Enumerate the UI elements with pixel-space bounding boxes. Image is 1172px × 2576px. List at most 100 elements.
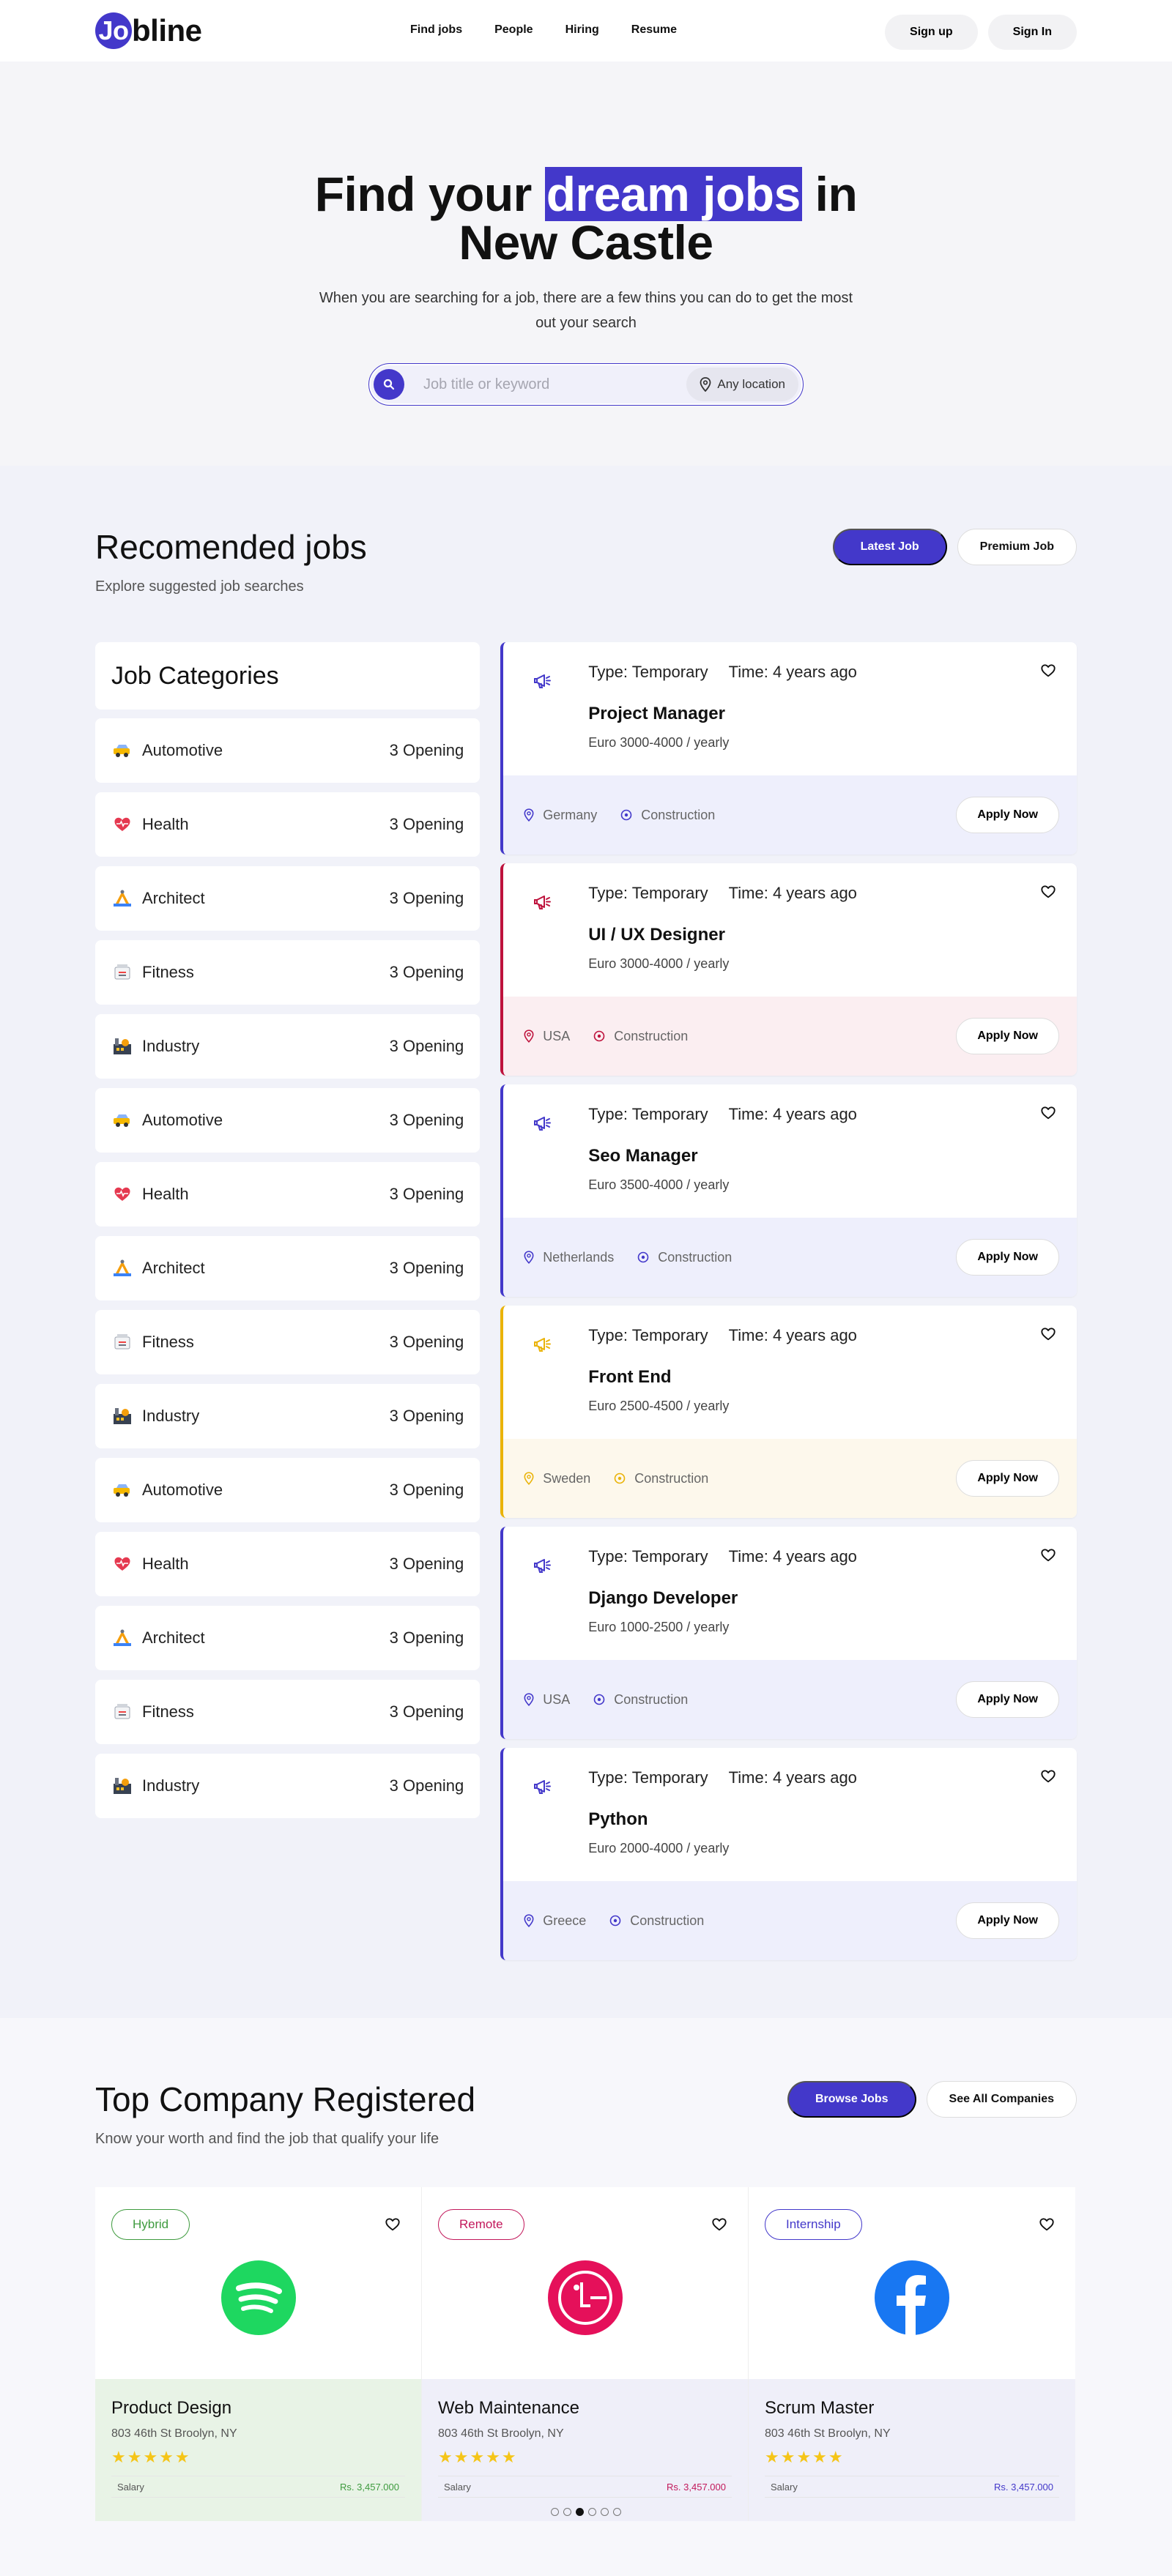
- job-card[interactable]: Type: Temporary Time: 4 years ago Python Eu…: [500, 1748, 1077, 1960]
- company-job-title[interactable]: Product Design: [111, 2398, 405, 2419]
- job-title[interactable]: UI / UX Designer: [588, 925, 725, 945]
- category-item[interactable]: Industry 3 Opening: [95, 1384, 481, 1448]
- category-item[interactable]: Automotive 3 Opening: [95, 1088, 481, 1153]
- nav-link-find-jobs[interactable]: Find jobs: [410, 23, 462, 37]
- megaphone-icon: [534, 1559, 552, 1573]
- job-card-header: Type: Temporary Time: 4 years ago Project …: [503, 642, 1077, 775]
- job-title[interactable]: Seo Manager: [588, 1146, 697, 1166]
- megaphone-icon: [534, 674, 552, 688]
- category-item[interactable]: Architect 3 Opening: [95, 1606, 481, 1670]
- apply-now-button[interactable]: Apply Now: [956, 1902, 1059, 1939]
- category-item[interactable]: Health 3 Opening: [95, 792, 481, 857]
- apply-now-button[interactable]: Apply Now: [956, 1018, 1059, 1054]
- job-card-footer: Germany Construction Apply Now: [503, 775, 1077, 855]
- company-job-title[interactable]: Web Maintenance: [438, 2398, 732, 2419]
- megaphone-icon: [534, 1338, 552, 1352]
- job-salary: Euro 3000-4000 / yearly: [588, 956, 730, 971]
- category-item[interactable]: Fitness 3 Opening: [95, 940, 481, 1005]
- category-item[interactable]: Automotive 3 Opening: [95, 718, 481, 783]
- job-card[interactable]: Type: Temporary Time: 4 years ago UI / UX …: [500, 863, 1077, 1076]
- category-item[interactable]: Automotive 3 Opening: [95, 1458, 481, 1522]
- apply-now-button[interactable]: Apply Now: [956, 797, 1059, 833]
- job-categories: Job Categories Automotive 3 Opening Health…: [95, 642, 481, 1969]
- job-card[interactable]: Type: Temporary Time: 4 years ago Django D…: [500, 1527, 1077, 1739]
- favorite-button[interactable]: [1040, 1547, 1056, 1563]
- job-country-label: Netherlands: [543, 1249, 615, 1265]
- job-country-label: Germany: [543, 807, 598, 822]
- job-salary: Euro 2500-4500 / yearly: [588, 1399, 730, 1413]
- favorite-button[interactable]: [1040, 663, 1056, 679]
- browse-jobs-button[interactable]: Browse Jobs: [787, 2081, 916, 2118]
- job-country-label: USA: [543, 1028, 571, 1043]
- job-title[interactable]: Front End: [588, 1367, 671, 1388]
- work-mode-badge: Internship: [765, 2209, 862, 2240]
- signup-button[interactable]: Sign up: [885, 15, 978, 50]
- carousel-dot[interactable]: [563, 2508, 571, 2516]
- category-item[interactable]: Architect 3 Opening: [95, 1236, 481, 1300]
- favorite-button[interactable]: [1040, 884, 1056, 900]
- logo[interactable]: Jo bline: [95, 12, 202, 49]
- company-address: 803 46th St Broolyn, NY: [111, 2427, 237, 2440]
- category-item[interactable]: Health 3 Opening: [95, 1162, 481, 1226]
- category-name: Fitness: [142, 1333, 194, 1351]
- nav-link-people[interactable]: People: [494, 23, 533, 37]
- nav-link-hiring[interactable]: Hiring: [565, 23, 599, 37]
- job-card[interactable]: Type: Temporary Time: 4 years ago Seo Mana…: [500, 1084, 1077, 1297]
- category-item[interactable]: Architect 3 Opening: [95, 866, 481, 931]
- company-job-title[interactable]: Scrum Master: [765, 2398, 1059, 2419]
- company-card[interactable]: Internship Scrum Master 803 46th St Brooly…: [749, 2187, 1075, 2521]
- carousel-dot[interactable]: [588, 2508, 596, 2516]
- favorite-button[interactable]: [385, 2216, 401, 2233]
- megaphone-icon: [534, 1117, 552, 1131]
- favorite-button[interactable]: [1040, 1768, 1056, 1784]
- architect-icon: [111, 887, 133, 909]
- signin-button[interactable]: Sign In: [987, 15, 1077, 50]
- sector-icon: [637, 1251, 649, 1263]
- company-list: Hybrid Product Design 803 46th St Broolyn,…: [95, 2187, 1077, 2521]
- search-input[interactable]: [404, 376, 687, 393]
- job-card-header: Type: Temporary Time: 4 years ago UI / UX …: [503, 863, 1077, 997]
- fitness-icon: [111, 1331, 133, 1353]
- carousel-dot[interactable]: [551, 2508, 559, 2516]
- category-count: 3 Opening: [389, 1702, 464, 1721]
- location-pin-icon: [524, 1914, 534, 1927]
- job-title[interactable]: Project Manager: [588, 704, 725, 724]
- category-item[interactable]: Fitness 3 Opening: [95, 1310, 481, 1374]
- carousel-dot[interactable]: [576, 2508, 584, 2516]
- latest-job-button[interactable]: Latest Job: [832, 529, 947, 565]
- apply-now-button[interactable]: Apply Now: [956, 1239, 1059, 1276]
- category-item[interactable]: Industry 3 Opening: [95, 1014, 481, 1079]
- company-card[interactable]: Remote Web Maintenance 803 46th St Broolyn…: [422, 2187, 749, 2521]
- see-all-companies-button[interactable]: See All Companies: [926, 2081, 1077, 2118]
- premium-job-button[interactable]: Premium Job: [957, 529, 1077, 565]
- job-time: Time: 4 years ago: [728, 1547, 857, 1566]
- nav-link-resume[interactable]: Resume: [631, 23, 677, 37]
- apply-now-button[interactable]: Apply Now: [956, 1460, 1059, 1497]
- category-name: Architect: [142, 1628, 205, 1647]
- job-title[interactable]: Python: [588, 1809, 648, 1830]
- favorite-button[interactable]: [1039, 2216, 1055, 2233]
- heart-icon: [1041, 1549, 1056, 1562]
- sector-icon: [593, 1694, 605, 1705]
- category-item[interactable]: Health 3 Opening: [95, 1532, 481, 1596]
- location-select[interactable]: Any location: [686, 368, 798, 401]
- job-sector: Construction: [637, 1250, 732, 1265]
- job-sector: Construction: [614, 1471, 708, 1486]
- job-card[interactable]: Type: Temporary Time: 4 years ago Front En…: [500, 1306, 1077, 1518]
- apply-now-button[interactable]: Apply Now: [956, 1681, 1059, 1718]
- carousel-dot[interactable]: [601, 2508, 609, 2516]
- search-button[interactable]: [374, 369, 404, 400]
- favorite-button[interactable]: [711, 2216, 727, 2233]
- category-item[interactable]: Fitness 3 Opening: [95, 1680, 481, 1744]
- job-time: Time: 4 years ago: [728, 1105, 857, 1123]
- category-item[interactable]: Industry 3 Opening: [95, 1754, 481, 1818]
- job-title[interactable]: Django Developer: [588, 1588, 738, 1609]
- carousel-dot[interactable]: [613, 2508, 621, 2516]
- category-count: 3 Opening: [389, 1481, 464, 1499]
- favorite-button[interactable]: [1040, 1105, 1056, 1121]
- sector-icon: [593, 1030, 605, 1042]
- company-card[interactable]: Hybrid Product Design 803 46th St Broolyn,…: [95, 2187, 422, 2521]
- salary-label: Salary: [444, 2481, 471, 2493]
- job-card[interactable]: Type: Temporary Time: 4 years ago Project …: [500, 642, 1077, 855]
- favorite-button[interactable]: [1040, 1326, 1056, 1342]
